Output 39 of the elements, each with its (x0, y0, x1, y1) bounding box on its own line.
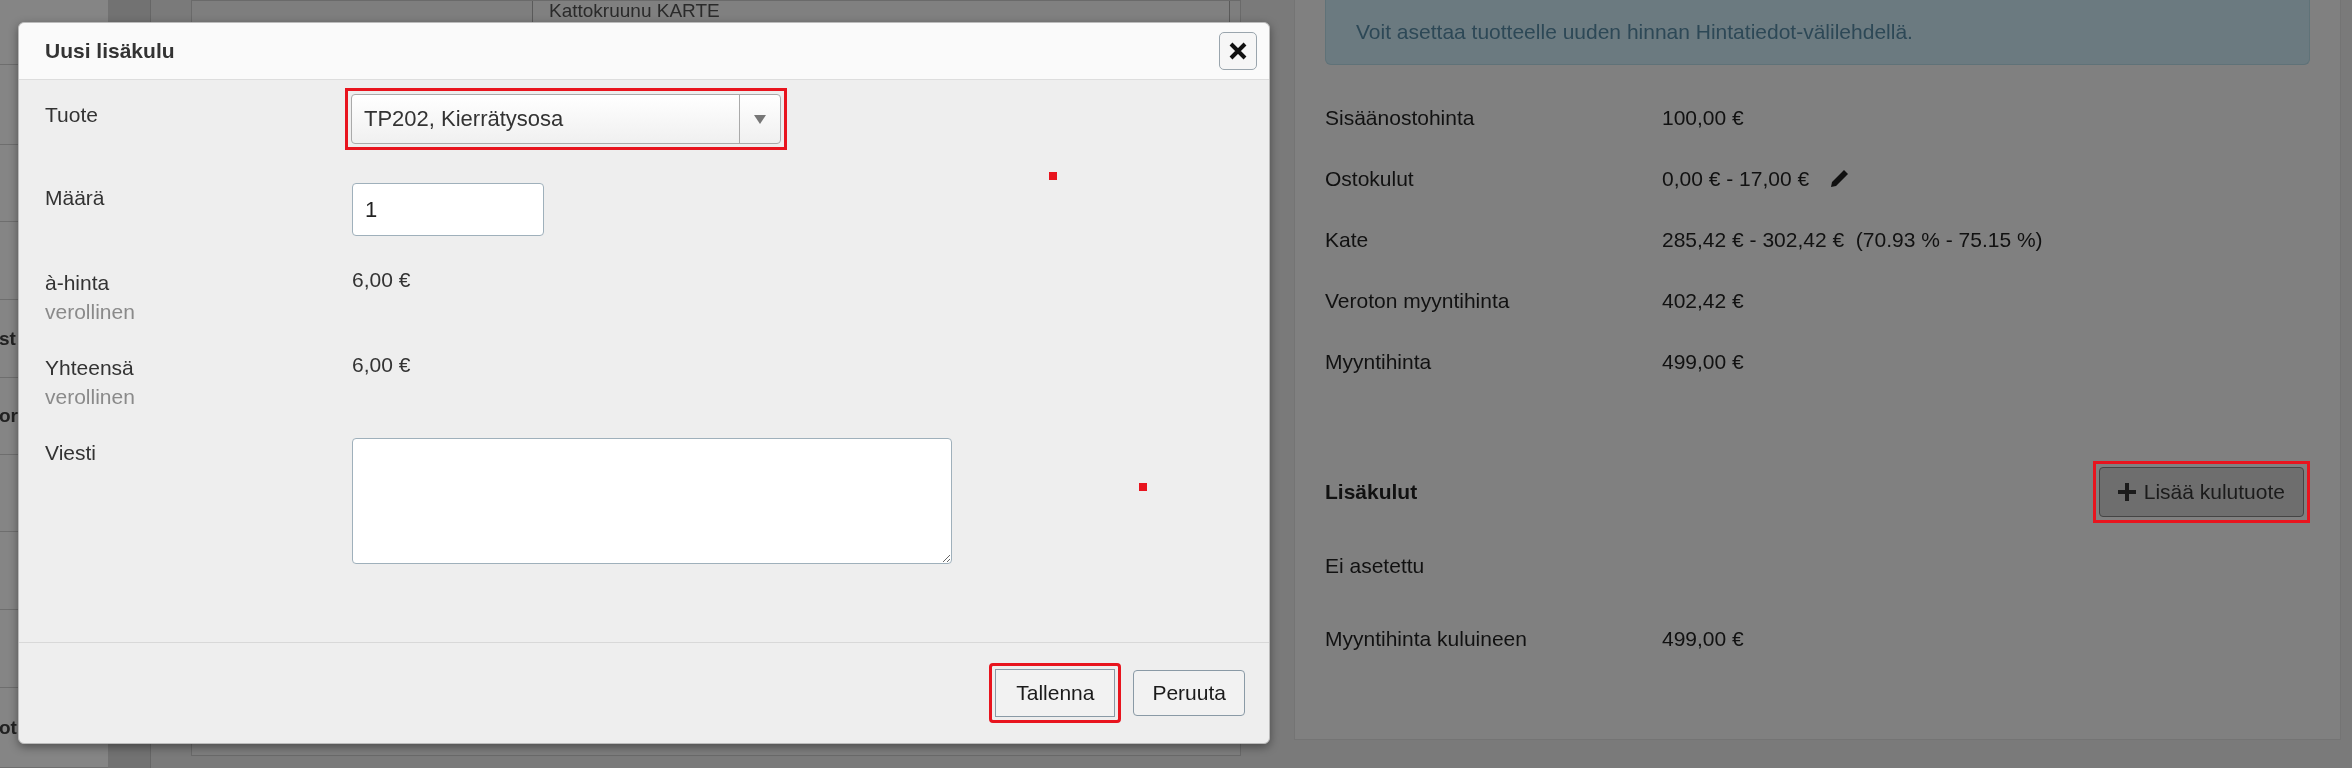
sidebar-item[interactable]: ot (0, 716, 17, 739)
field-sublabel: verollinen (45, 384, 136, 410)
field-label: à-hinta (45, 270, 111, 296)
price-label: Veroton myyntihinta (1325, 288, 1511, 313)
dialog-title: Uusi lisäkulu (45, 39, 175, 63)
price-value: 0,00 € - 17,00 € (1662, 166, 1810, 191)
field-value: 6,00 € (351, 268, 411, 293)
price-value: 285,42 € - 302,42 € (70.93 % - 75.15 %) (1662, 227, 2043, 252)
price-value: 499,00 € (1662, 626, 1744, 651)
sidebar-item[interactable]: or (0, 405, 18, 427)
product-select[interactable]: TP202, Kierrätysosa (351, 94, 781, 144)
dialog-button[interactable]: Tallenna (989, 663, 1122, 723)
field-label: Määrä (45, 185, 106, 211)
field-label: Viesti (45, 440, 97, 466)
price-value: 100,00 € (1662, 105, 1744, 130)
dialog-button[interactable]: Peruuta (1133, 670, 1245, 716)
pencil-icon[interactable] (1829, 168, 1850, 189)
info-message: Voit asettaa tuotteelle uuden hinnan Hintatiedot-välilehdellä. (1325, 0, 2310, 65)
section-title: Lisäkulut (1325, 480, 1418, 504)
field-value: 6,00 € (351, 353, 411, 378)
price-value: 499,00 € (1662, 349, 1744, 374)
price-label: Kate (1325, 227, 1370, 252)
sidebar-item[interactable]: st (0, 327, 16, 350)
empty-note: Ei asetettu (1325, 554, 1426, 578)
message-field[interactable] (352, 438, 952, 564)
caret-icon (754, 114, 766, 124)
field-label: Tuote (45, 102, 99, 128)
price-value: 402,42 € (1662, 288, 1744, 313)
plus-icon (2117, 483, 2136, 501)
price-label: Myyntihinta (1325, 349, 1433, 374)
price-label: Sisäänostohinta (1325, 105, 1476, 130)
close-button[interactable] (1219, 32, 1257, 70)
price-label: Ostokulut (1325, 166, 1415, 191)
product-name: Kattokruunu KARTE (532, 1, 1230, 24)
close-icon (1229, 42, 1247, 60)
field-label: Yhteensä (45, 355, 135, 381)
quantity-field[interactable]: 1 (352, 183, 544, 236)
field-sublabel: verollinen (45, 299, 136, 325)
price-label: Myyntihinta kuluineen (1325, 626, 1528, 651)
